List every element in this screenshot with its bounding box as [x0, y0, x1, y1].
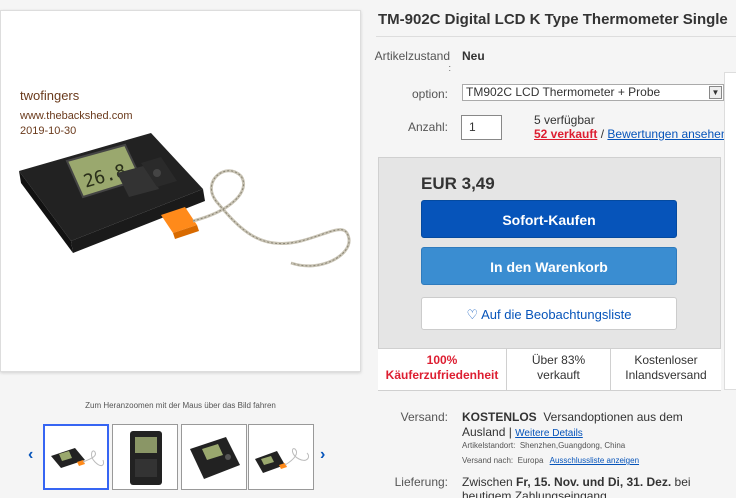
side-panel-edge [724, 72, 736, 390]
shipping-details-link[interactable]: Weitere Details [515, 428, 583, 439]
thumbnail-image [190, 437, 240, 479]
thumbnail-1[interactable] [43, 424, 109, 490]
delivery-line-2: heutigem Zahlungseingang [462, 489, 607, 498]
location-value: Shenzhen,Guangdong, China [519, 441, 626, 450]
zoom-hint: Zum Heranzoomen mit der Maus über das Bi… [85, 401, 276, 410]
quantity-label: Anzahl: [407, 120, 448, 134]
buy-now-button[interactable]: Sofort-Kaufen [421, 200, 677, 238]
chevron-right-icon[interactable]: › [320, 446, 325, 464]
thumbnail-2[interactable] [112, 424, 178, 490]
condition-label: Artikelzustand [374, 49, 450, 63]
shipping-stat: Kostenloser Inlandsversand [611, 353, 721, 383]
shipping-line: KOSTENLOS Versandoptionen aus dem [462, 410, 683, 424]
ships-to: Versand nach: Europa Ausschlussliste anz… [462, 456, 639, 465]
satisfaction-label: Käuferzufriedenheit [385, 368, 499, 382]
thumbnail-image [130, 431, 162, 485]
title-divider [376, 36, 736, 37]
thumbnail-image [51, 448, 104, 468]
ships-to-value: Europa [517, 456, 544, 465]
chevron-left-icon[interactable]: ‹ [28, 446, 33, 464]
thumbnail-4[interactable] [248, 424, 314, 490]
seller-stats: 100% Käuferzufriedenheit Über 83% verkau… [378, 348, 721, 391]
satisfaction-stat: 100% Käuferzufriedenheit [378, 353, 506, 383]
quantity-input[interactable]: 1 [461, 115, 502, 140]
shipping-stat-line2: Inlandsversand [625, 368, 707, 382]
watermark-date: 2019-10-30 [20, 125, 77, 137]
sold-reviews-line: 52 verkauft / Bewertungen ansehen [534, 127, 728, 141]
slash-separator: / [600, 127, 605, 141]
exclusions-link[interactable]: Ausschlussliste anzeigen [550, 456, 639, 465]
sold-label: verkauft [537, 368, 580, 382]
sold-percent: Über 83% [531, 353, 586, 367]
sold-stat: Über 83% verkauft [507, 353, 610, 383]
shipping-abroad-text: Ausland | [462, 425, 512, 439]
product-image[interactable]: 26.8 twofingers www.thebackshed.com 2019… [0, 10, 361, 372]
shipping-options-text: Versandoptionen aus dem [543, 410, 683, 424]
option-selected-value: TM902C LCD Thermometer + Probe [466, 85, 661, 99]
satisfaction-percent: 100% [426, 353, 458, 367]
add-to-cart-button[interactable]: In den Warenkorb [421, 247, 677, 285]
delivery-condition: heutigem Zahlungseingang [462, 489, 607, 498]
option-label: option: [411, 87, 448, 101]
reviews-link[interactable]: Bewertungen ansehen [607, 127, 727, 141]
shipping-label: Versand: [400, 410, 448, 424]
thumbnail-image [255, 448, 310, 473]
price: EUR 3,49 [421, 174, 495, 193]
watchlist-label: Auf die Beobachtungsliste [481, 307, 632, 322]
location-label: Artikelstandort: [462, 441, 516, 450]
delivery-post: bei [671, 475, 691, 489]
condition-value: Neu [462, 49, 485, 63]
delivery-label: Lieferung: [394, 475, 448, 489]
sold-link[interactable]: 52 verkauft [534, 127, 597, 141]
thumbnail-3[interactable] [181, 424, 247, 490]
watermark-user: twofingers [20, 88, 80, 103]
shipping-line-2: Ausland | Weitere Details [462, 425, 583, 439]
condition-colon: : [448, 63, 451, 73]
shipping-cost: KOSTENLOS [462, 410, 537, 424]
ships-to-label: Versand nach: [462, 456, 514, 465]
delivery-line: Zwischen Fr, 15. Nov. und Di, 31. Dez. b… [462, 475, 691, 489]
watchlist-button[interactable]: ♡ Auf die Beobachtungsliste [421, 297, 677, 330]
delivery-dates: Fr, 15. Nov. und Di, 31. Dez. [516, 475, 672, 489]
delivery-pre: Zwischen [462, 475, 517, 489]
available-count: 5 verfügbar [534, 113, 595, 127]
watermark-site: www.thebackshed.com [20, 110, 133, 122]
heart-icon: ♡ [466, 307, 479, 322]
shipping-stat-line1: Kostenloser [634, 353, 698, 367]
option-select[interactable]: TM902C LCD Thermometer + Probe ▼ [462, 84, 724, 101]
chevron-down-icon[interactable]: ▼ [709, 86, 722, 99]
product-title: TM-902C Digital LCD K Type Thermometer S… [378, 11, 728, 28]
product-photo: 26.8 [19, 133, 351, 268]
item-location: Artikelstandort: Shenzhen,Guangdong, Chi… [462, 441, 625, 450]
probe-wire [192, 169, 351, 268]
